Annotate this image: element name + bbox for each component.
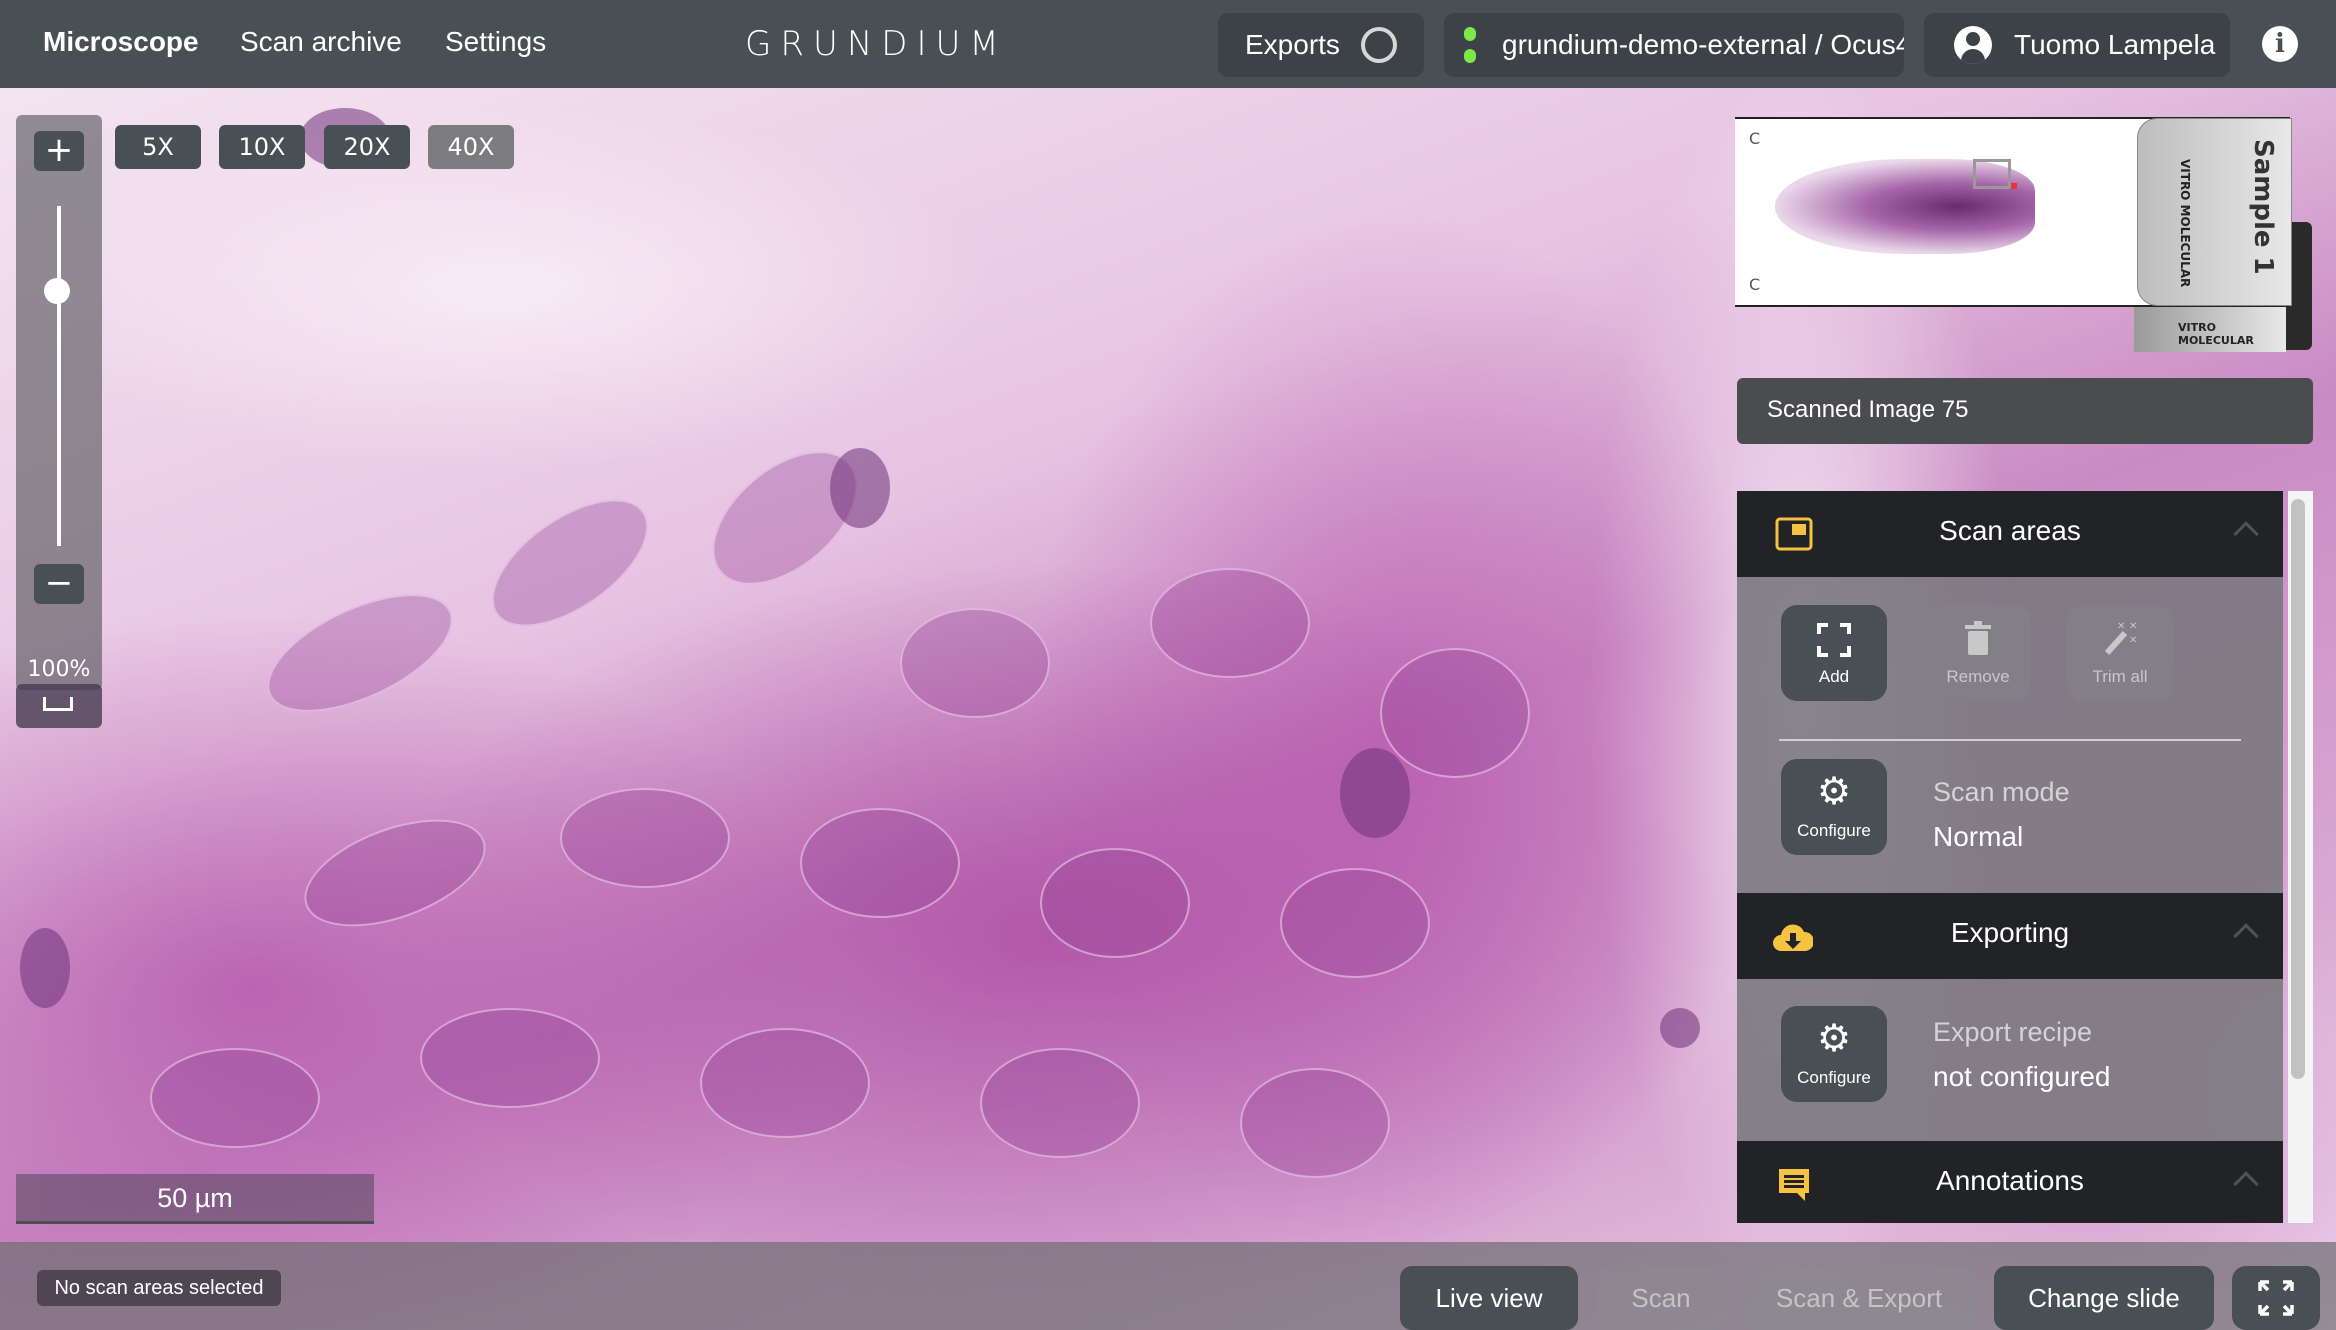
objective-5x-button[interactable]: 5X <box>115 125 201 169</box>
section-scan-areas-header[interactable]: Scan areas <box>1737 491 2283 577</box>
zoom-control: + − 100% <box>16 115 102 690</box>
current-view-marker[interactable] <box>1973 159 2011 189</box>
connection-label: grundium-demo-external / Ocus4 <box>1502 29 1904 60</box>
gear-icon: ⚙ <box>1816 771 1852 813</box>
live-view-button[interactable]: Live view <box>1400 1266 1578 1330</box>
export-recipe-label: Export recipe <box>1933 1017 2093 1047</box>
svg-text:✕: ✕ <box>2129 621 2137 632</box>
user-menu-button[interactable]: Tuomo Lampela <box>1924 13 2230 77</box>
remove-scan-area-button[interactable]: Remove <box>1925 605 2031 701</box>
bottom-toolbar: No scan areas selected Live view Scan Sc… <box>0 1242 2336 1330</box>
objective-40x-button[interactable]: 40X <box>428 125 514 169</box>
tissue-cell <box>1240 1068 1390 1178</box>
section-divider <box>1779 739 2241 741</box>
scan-button[interactable]: Scan <box>1597 1266 1725 1330</box>
tissue-cell <box>420 1008 600 1108</box>
nav-settings[interactable]: Settings <box>445 26 546 58</box>
tissue-cell <box>250 569 470 737</box>
side-panel-scrollbar[interactable] <box>2288 491 2313 1223</box>
zoom-in-button[interactable]: + <box>34 131 84 171</box>
user-avatar-icon <box>1954 26 1992 64</box>
objective-10x-button[interactable]: 10X <box>219 125 305 169</box>
tissue-nucleus <box>1660 1008 1700 1048</box>
tissue-cell <box>980 1048 1140 1158</box>
tissue-cell <box>470 474 670 652</box>
gear-icon: ⚙ <box>1816 1018 1852 1060</box>
tissue-cell <box>1150 568 1310 678</box>
scan-mode-label: Scan mode <box>1933 777 2070 807</box>
zoom-slider-thumb[interactable] <box>44 278 70 304</box>
tissue-cell <box>290 798 500 948</box>
scrollbar-thumb[interactable] <box>2291 499 2305 1079</box>
exports-progress-ring-icon <box>1361 27 1397 63</box>
scale-bar: 50 µm <box>16 1174 374 1224</box>
objective-20x-button[interactable]: 20X <box>324 125 410 169</box>
section-scan-areas-body: Add Remove ✕ ✕ ✕ Trim all ⚙ Configure Sc… <box>1737 577 2283 893</box>
exports-label: Exports <box>1245 29 1340 60</box>
section-title: Annotations <box>1936 1165 2084 1196</box>
slide-corner-mark: C <box>1749 129 1761 148</box>
fullscreen-button[interactable] <box>2232 1266 2320 1330</box>
add-area-icon <box>1817 623 1851 657</box>
tissue-cell <box>700 1028 870 1138</box>
tissue-nucleus <box>20 928 70 1008</box>
trash-icon <box>1965 621 1991 655</box>
section-title: Scan areas <box>1939 515 2081 546</box>
tool-label: Configure <box>1797 821 1871 840</box>
top-bar: Microscope Scan archive Settings GRUNDIU… <box>0 0 2336 88</box>
section-title: Exporting <box>1950 917 2070 948</box>
label-camera-brand: VITRO MOLECULAR <box>2134 307 2286 352</box>
grundium-logo: GRUNDIUM <box>745 24 1008 64</box>
slide-label-text: Sample 1 <box>2248 139 2278 275</box>
tissue-cell <box>1040 848 1190 958</box>
magic-wand-icon: ✕ ✕ ✕ <box>2104 621 2137 656</box>
tool-label: Trim all <box>2092 667 2148 686</box>
status-message: No scan areas selected <box>37 1270 281 1306</box>
change-slide-button[interactable]: Change slide <box>1994 1266 2214 1330</box>
slide-label: VITRO MOLECULAR Sample 1 <box>2137 118 2292 306</box>
section-exporting-body: ⚙ Configure Export recipe not configured <box>1737 979 2283 1141</box>
section-annotations-header[interactable]: Annotations <box>1737 1141 2283 1223</box>
add-scan-area-button[interactable]: Add <box>1781 605 1887 701</box>
svg-text:✕: ✕ <box>2117 621 2125 632</box>
fullscreen-icon <box>2258 1280 2294 1316</box>
tissue-nucleus <box>830 448 890 528</box>
section-exporting-header[interactable]: Exporting <box>1737 893 2283 979</box>
configure-scan-mode-button[interactable]: ⚙ Configure <box>1781 759 1887 855</box>
user-name: Tuomo Lampela <box>2014 29 2216 60</box>
tool-label: Configure <box>1797 1068 1871 1087</box>
tissue-cell <box>800 808 960 918</box>
nav-microscope[interactable]: Microscope <box>43 26 199 58</box>
tool-label: Remove <box>1946 667 2010 686</box>
nav-scan-archive[interactable]: Scan archive <box>240 26 402 58</box>
tissue-cell <box>150 1048 320 1148</box>
slide-corner-mark: C <box>1749 275 1761 294</box>
tissue-nucleus <box>1340 748 1410 838</box>
current-position-dot <box>2011 183 2017 189</box>
info-icon[interactable]: i <box>2262 26 2298 62</box>
fit-bracket-icon <box>43 697 73 711</box>
zoom-slider-track[interactable] <box>57 206 61 546</box>
connection-status-icon <box>1464 27 1476 71</box>
tissue-cell <box>900 608 1050 718</box>
scan-name-field[interactable]: Scanned Image 75 <box>1737 378 2313 444</box>
export-recipe-value: not configured <box>1933 1061 2111 1092</box>
fit-view-button[interactable] <box>16 684 102 728</box>
connection-selector[interactable]: grundium-demo-external / Ocus4 <box>1444 13 1904 77</box>
trim-all-button[interactable]: ✕ ✕ ✕ Trim all <box>2067 605 2173 701</box>
tissue-cell <box>1280 868 1430 978</box>
tissue-cell <box>1380 648 1530 778</box>
scan-mode-value: Normal <box>1933 821 2024 852</box>
tool-label: Add <box>1818 667 1850 686</box>
exports-button[interactable]: Exports <box>1218 13 1424 77</box>
zoom-percent: 100% <box>27 657 91 682</box>
configure-export-button[interactable]: ⚙ Configure <box>1781 1006 1887 1102</box>
svg-text:✕: ✕ <box>2129 635 2137 646</box>
tissue-cell <box>560 788 730 888</box>
zoom-out-button[interactable]: − <box>34 564 84 604</box>
slide-label-brand: VITRO MOLECULAR <box>2178 159 2192 288</box>
scan-and-export-button[interactable]: Scan & Export <box>1744 1266 1974 1330</box>
side-panel: Scan areas Add Remove ✕ ✕ ✕ Trim all ⚙ C… <box>1737 491 2283 1223</box>
